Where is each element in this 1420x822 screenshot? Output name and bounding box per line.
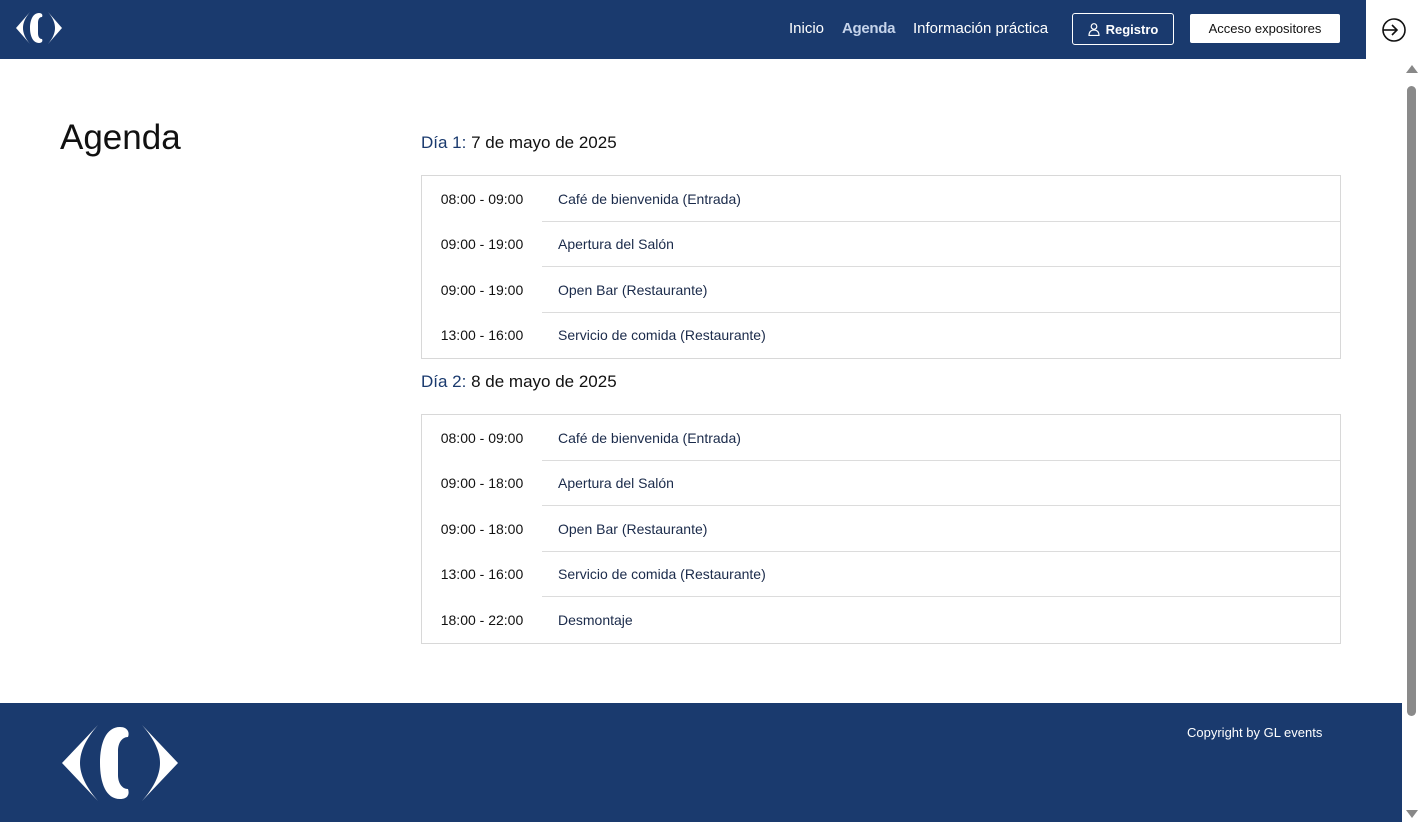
event-name: Apertura del Salón xyxy=(558,236,674,253)
table-row: 18:00 - 22:00 Desmontaje xyxy=(422,597,1340,643)
table-row: 09:00 - 18:00 Apertura del Salón xyxy=(422,461,1340,507)
table-row: 09:00 - 19:00 Open Bar (Restaurante) xyxy=(422,267,1340,313)
nav-inicio[interactable]: Inicio xyxy=(789,20,824,37)
event-time: 09:00 - 18:00 xyxy=(440,520,524,537)
day-2-date: 8 de mayo de 2025 xyxy=(471,372,617,391)
event-time: 09:00 - 19:00 xyxy=(440,236,524,253)
event-name: Café de bienvenida (Entrada) xyxy=(558,190,741,207)
event-name: Open Bar (Restaurante) xyxy=(558,520,708,537)
acceso-expositores-label: Acceso expositores xyxy=(1208,21,1322,36)
event-name: Café de bienvenida (Entrada) xyxy=(558,429,741,446)
scroll-down-arrow-icon[interactable] xyxy=(1406,810,1418,818)
copyright-text: Copyright by GL events xyxy=(1187,725,1323,740)
event-time: 13:00 - 16:00 xyxy=(440,327,524,344)
registro-button[interactable]: Registro xyxy=(1072,13,1174,45)
day-2-prefix: Día 2: xyxy=(421,372,467,391)
carrefour-logo-icon xyxy=(62,725,178,801)
event-name: Desmontaje xyxy=(558,611,633,628)
page-title: Agenda xyxy=(60,118,181,157)
event-time: 18:00 - 22:00 xyxy=(440,611,524,628)
day-1-agenda-table: 08:00 - 09:00 Café de bienvenida (Entrad… xyxy=(421,175,1341,359)
day-2-heading: Día 2: 8 de mayo de 2025 xyxy=(421,372,617,392)
event-time: 08:00 - 09:00 xyxy=(440,429,524,446)
event-time: 13:00 - 16:00 xyxy=(440,566,524,583)
event-time: 08:00 - 09:00 xyxy=(440,190,524,207)
table-row: 08:00 - 09:00 Café de bienvenida (Entrad… xyxy=(422,176,1340,222)
login-arrow-icon xyxy=(1382,17,1406,42)
day-1-date: 7 de mayo de 2025 xyxy=(471,133,617,152)
site-header: Inicio Agenda Información práctica Regis… xyxy=(0,0,1420,59)
day-1-heading: Día 1: 7 de mayo de 2025 xyxy=(421,133,617,153)
event-name: Servicio de comida (Restaurante) xyxy=(558,566,766,583)
user-icon xyxy=(1088,22,1100,36)
event-name: Open Bar (Restaurante) xyxy=(558,281,708,298)
page-scrollbar[interactable] xyxy=(1402,59,1420,822)
table-row: 09:00 - 19:00 Apertura del Salón xyxy=(422,222,1340,268)
day-2-agenda-table: 08:00 - 09:00 Café de bienvenida (Entrad… xyxy=(421,414,1341,644)
event-time: 09:00 - 18:00 xyxy=(440,475,524,492)
table-row: 09:00 - 18:00 Open Bar (Restaurante) xyxy=(422,506,1340,552)
acceso-expositores-button[interactable]: Acceso expositores xyxy=(1190,14,1340,43)
nav-informacion-practica[interactable]: Información práctica xyxy=(913,20,1048,37)
event-name: Apertura del Salón xyxy=(558,475,674,492)
login-button[interactable] xyxy=(1366,0,1420,59)
table-row: 13:00 - 16:00 Servicio de comida (Restau… xyxy=(422,313,1340,359)
carrefour-logo-icon[interactable] xyxy=(14,10,64,46)
event-time: 09:00 - 19:00 xyxy=(440,281,524,298)
table-row: 08:00 - 09:00 Café de bienvenida (Entrad… xyxy=(422,415,1340,461)
registro-label: Registro xyxy=(1105,21,1159,37)
nav-agenda[interactable]: Agenda xyxy=(842,20,896,37)
event-name: Servicio de comida (Restaurante) xyxy=(558,327,766,344)
table-row: 13:00 - 16:00 Servicio de comida (Restau… xyxy=(422,552,1340,598)
site-footer: Copyright by GL events xyxy=(0,703,1402,822)
scroll-up-arrow-icon[interactable] xyxy=(1406,65,1418,73)
scrollbar-thumb[interactable] xyxy=(1407,86,1416,716)
day-1-prefix: Día 1: xyxy=(421,133,467,152)
